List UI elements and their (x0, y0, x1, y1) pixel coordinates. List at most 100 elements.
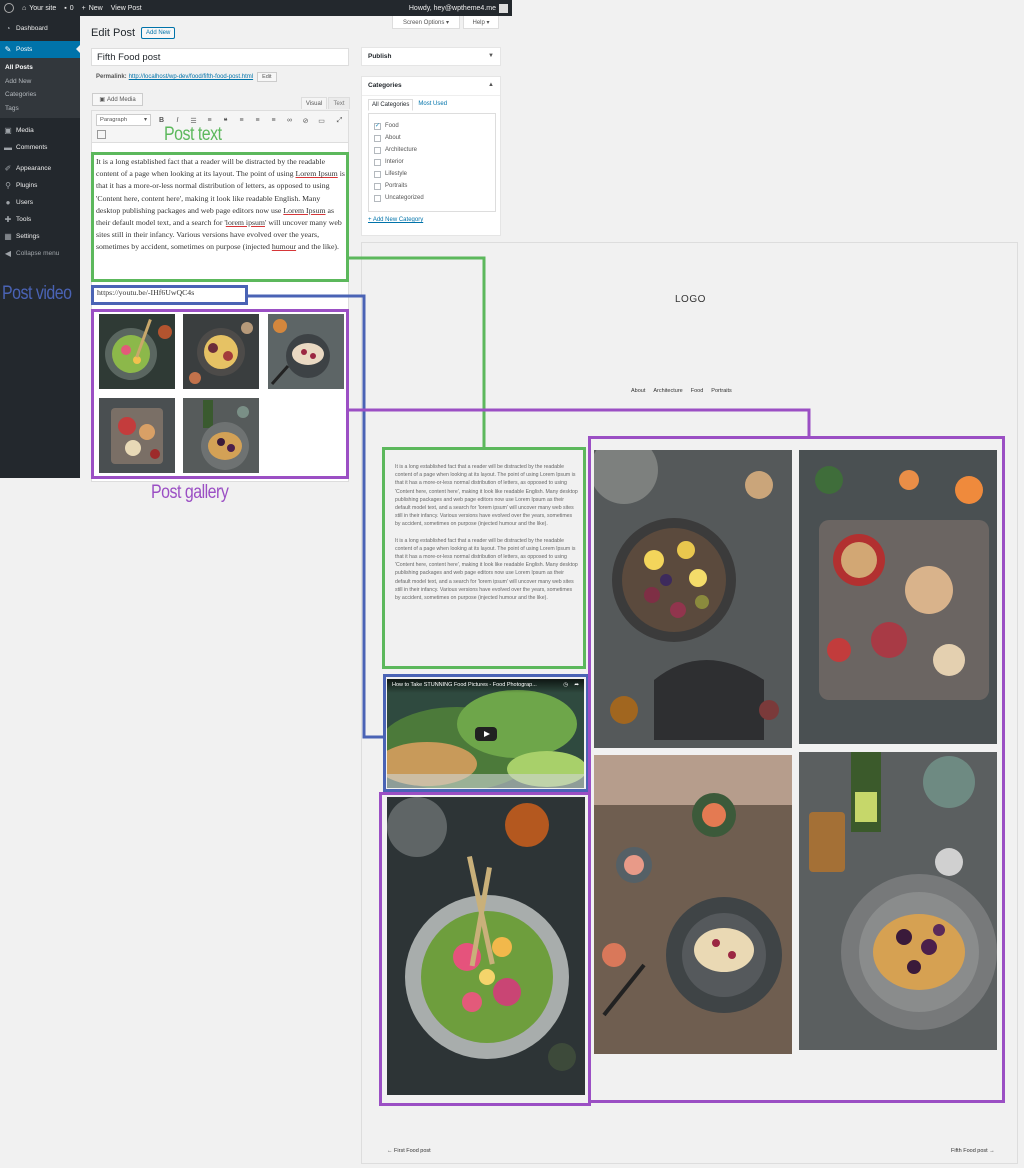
submenu-tags[interactable]: Tags (0, 102, 80, 116)
category-item-architecture[interactable]: Architecture (374, 144, 490, 156)
permalink: Permalink: http://localhost/wp-dev/food/… (96, 72, 277, 82)
clock-icon[interactable]: ◷ (563, 682, 568, 688)
chevron-up-icon[interactable]: ▲ (488, 82, 494, 88)
checkbox[interactable] (374, 134, 381, 142)
add-new-button[interactable]: Add New (141, 27, 176, 39)
submenu-categories[interactable]: Categories (0, 88, 80, 102)
collapse-icon: ◀ (4, 249, 12, 258)
align-center-icon[interactable]: ≡ (252, 115, 263, 126)
gallery-thumb[interactable] (99, 398, 175, 473)
play-icon[interactable] (475, 727, 497, 741)
collapse-menu-button[interactable]: ◀ Collapse menu (0, 245, 80, 262)
new-content-link[interactable]: + New (82, 5, 103, 12)
wordpress-logo-icon[interactable] (4, 3, 14, 13)
sidebar-item-appearance[interactable]: ✐ Appearance (0, 160, 80, 177)
wrench-icon: ✚ (4, 215, 12, 224)
video-url-text: https://youtu.be/-IHf6UwQC4s (97, 288, 195, 297)
avatar (499, 3, 508, 13)
permalink-edit-button[interactable]: Edit (257, 72, 277, 82)
checkbox[interactable] (374, 170, 381, 178)
checkbox[interactable] (374, 158, 381, 166)
tab-most-used[interactable]: Most Used (413, 99, 452, 111)
settings-icon: ▦ (4, 232, 12, 241)
annotation-post-video-label: Post video (2, 283, 72, 304)
annotation-post-text-label: Post text (164, 124, 222, 145)
format-select[interactable]: Paragraph (96, 114, 151, 126)
tab-all-categories[interactable]: All Categories (368, 99, 414, 111)
link-icon[interactable]: ∞ (284, 115, 295, 126)
categories-box: Categories ▲ All Categories Most Used ✓ Fo… (361, 76, 501, 236)
video-embed[interactable]: How to Take STUNNING Food Pictures - Foo… (387, 679, 584, 788)
sidebar-item-dashboard[interactable]: ◔ Dashboard (0, 20, 80, 37)
sidebar-item-tools[interactable]: ✚ Tools (0, 211, 80, 228)
sidebar-item-posts[interactable]: ✎ Posts (0, 41, 80, 58)
gallery-thumb[interactable] (183, 398, 259, 473)
gallery-image[interactable] (387, 797, 585, 1095)
previous-post-link[interactable]: ← First Food post (387, 1148, 431, 1154)
tab-text[interactable]: Text (328, 97, 350, 109)
comment-icon: ▪ (64, 4, 67, 12)
post-text-body: It is a long established fact that a rea… (96, 157, 345, 252)
nav-item-about[interactable]: About (631, 388, 645, 394)
video-title-bar: How to Take STUNNING Food Pictures - Foo… (387, 679, 584, 693)
account-menu[interactable]: Howdy, hey@wptheme4.me (409, 3, 508, 13)
checkbox-checked[interactable]: ✓ (374, 122, 381, 130)
tab-visual[interactable]: Visual (301, 97, 327, 109)
posts-submenu: All Posts Add New Categories Tags (0, 58, 80, 118)
category-item-interior[interactable]: Interior (374, 156, 490, 168)
gallery-thumb[interactable] (268, 314, 344, 389)
align-left-icon[interactable]: ≡ (236, 115, 247, 126)
share-icon[interactable]: ➦ (574, 682, 579, 688)
gallery-thumb[interactable] (183, 314, 259, 389)
help-button[interactable]: Help ▾ (463, 16, 499, 29)
checkbox[interactable] (374, 182, 381, 190)
sidebar-item-settings[interactable]: ▦ Settings (0, 228, 80, 245)
comments-link[interactable]: ▪ 0 (64, 5, 73, 12)
gallery-image[interactable] (594, 450, 792, 748)
chevron-down-icon[interactable]: ▼ (488, 53, 494, 59)
category-item-uncategorized[interactable]: Uncategorized (374, 192, 490, 204)
comment-icon: ▬ (4, 143, 12, 152)
add-new-category-link[interactable]: + Add New Category (368, 217, 423, 223)
submenu-all-posts[interactable]: All Posts (0, 61, 80, 75)
category-item-food[interactable]: ✓ Food (374, 120, 490, 132)
user-icon: ● (5, 198, 11, 207)
publish-box[interactable]: Publish ▼ (361, 47, 501, 66)
sidebar-item-users[interactable]: ● Users (0, 194, 80, 211)
read-more-icon[interactable]: ▭ (316, 115, 327, 126)
add-media-button[interactable]: ▣ Add Media (92, 93, 143, 106)
align-right-icon[interactable]: ≡ (268, 115, 279, 126)
media-icon: ▣ (99, 97, 105, 103)
plus-icon: + (81, 4, 86, 12)
gallery-image[interactable] (799, 450, 997, 744)
category-item-lifestyle[interactable]: Lifestyle (374, 168, 490, 180)
home-icon: ⌂ (22, 4, 27, 12)
checkbox[interactable] (374, 146, 381, 154)
gallery-image[interactable] (594, 755, 792, 1054)
category-item-portraits[interactable]: Portraits (374, 180, 490, 192)
sidebar-item-comments[interactable]: ▬ Comments (0, 139, 80, 156)
gallery-image[interactable] (799, 752, 997, 1050)
nav-item-architecture[interactable]: Architecture (653, 388, 682, 394)
site-link[interactable]: ⌂ Your site (22, 5, 56, 12)
nav-item-portraits[interactable]: Portraits (711, 388, 731, 394)
next-post-link[interactable]: Fifth Food post → (951, 1148, 995, 1154)
permalink-link[interactable]: http://localhost/wp-dev/food/fifth-food-… (129, 74, 253, 80)
unlink-icon[interactable]: ⊘ (300, 115, 311, 126)
media-icon: ▣ (4, 126, 12, 135)
site-logo[interactable]: LOGO (675, 294, 706, 305)
sidebar-item-media[interactable]: ▣ Media (0, 122, 80, 139)
checkbox[interactable] (374, 194, 381, 202)
admin-sidebar: ◔ Dashboard ✎ Posts All Posts Add New Cate… (0, 16, 80, 478)
sidebar-item-plugins[interactable]: ⚲ Plugins (0, 177, 80, 194)
nav-item-food[interactable]: Food (691, 388, 704, 394)
submenu-add-new[interactable]: Add New (0, 75, 80, 89)
gallery-thumb[interactable] (99, 314, 175, 389)
toolbar-toggle-icon[interactable] (97, 130, 106, 139)
category-item-about[interactable]: About (374, 132, 490, 144)
view-post-link[interactable]: View Post (111, 5, 142, 12)
admin-bar: ⌂ Your site ▪ 0 + New View Post Howdy, hey@… (0, 0, 512, 16)
fullscreen-icon[interactable]: ⤢ (334, 115, 345, 126)
post-title-input[interactable]: Fifth Food post (91, 48, 349, 66)
screen-options-button[interactable]: Screen Options ▾ (392, 16, 460, 29)
